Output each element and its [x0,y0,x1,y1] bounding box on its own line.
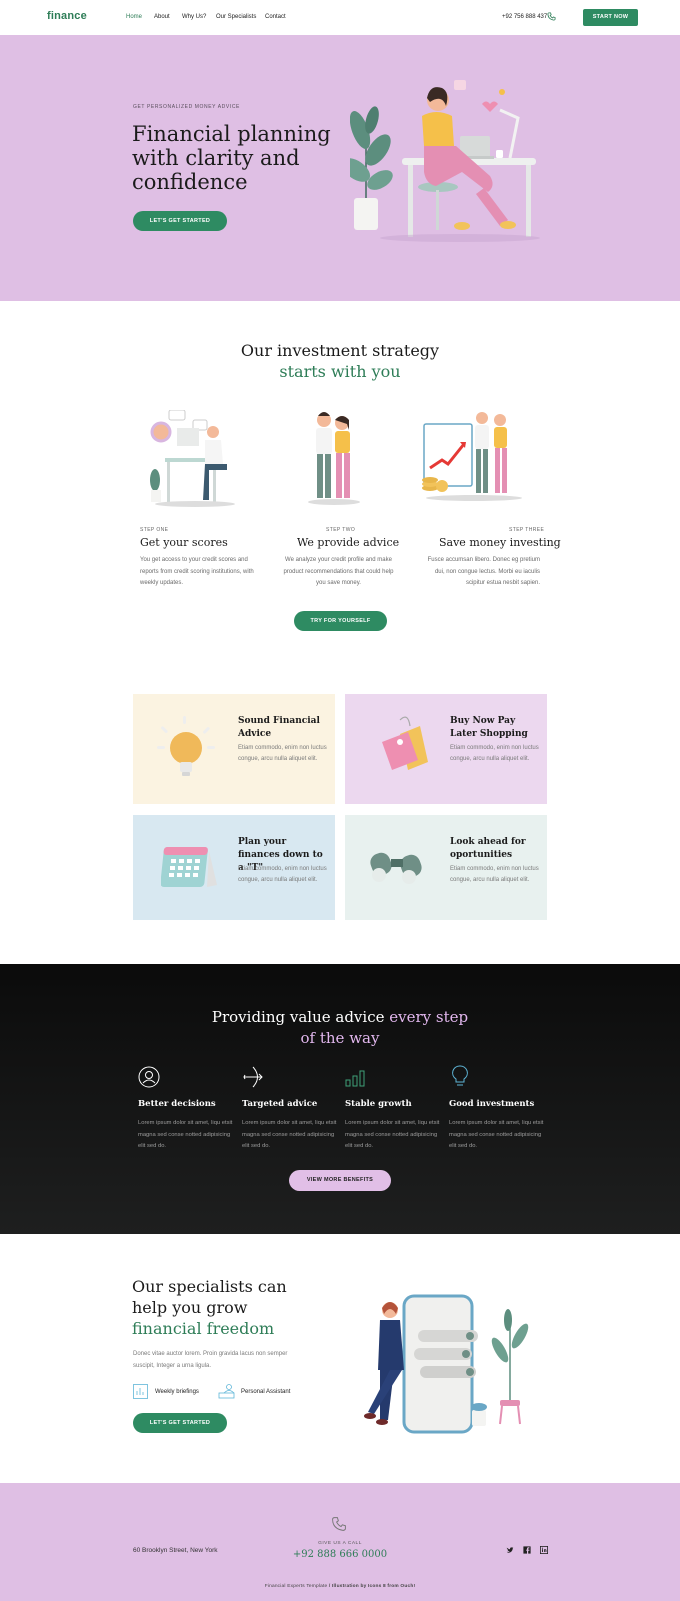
benefit-title: Stable growth [345,1099,412,1109]
twitter-icon[interactable] [506,1546,514,1554]
personal-assistant-label: Personal Assistant [241,1389,291,1395]
user-circle-icon [138,1066,160,1088]
feature-desc: Etiam commodo, enim non luctus congue, a… [450,866,539,883]
feature-card-plan-finances: Plan your finances down to a "T" Etiam c… [133,815,335,920]
chart-briefing-icon [133,1384,148,1399]
personal-assistant-icon [218,1384,235,1399]
feature-desc: Etiam commodo, enim non luctus congue, a… [238,745,327,762]
footer-call-label: GIVE US A CALL [318,1541,362,1546]
nav-why-us[interactable]: Why Us? [182,14,206,20]
benefit-desc: Lorem ipsum dolor sit amet, liqu etsit m… [449,1120,544,1149]
strategy-title-line1: Our investment strategy [240,341,440,360]
step-three-label: STEP THREE [509,527,545,533]
specialists-title: Our specialists can help you grow financ… [132,1277,287,1338]
strategy-title-line2: starts with you [279,362,401,381]
step-three-title: Save money investing [439,536,561,549]
benefit-desc: Lorem ipsum dolor sit amet, liqu etsit m… [242,1120,337,1149]
hero-section [0,35,680,301]
hero-title: Financial planning with clarity and conf… [132,122,331,194]
weekly-briefings-label: Weekly briefings [155,1389,199,1395]
couple-illustration [308,412,360,505]
view-more-benefits-button[interactable]: VIEW MORE BENEFITS [289,1170,391,1191]
step-two-desc: We analyze your credit profile and make … [283,557,394,586]
lightbulb-outline-icon [452,1065,468,1086]
feature-title: Sound Financial Advice [238,716,320,739]
nav-home[interactable]: Home [126,14,142,20]
hero-cta-button[interactable]: LET'S GET STARTED [133,211,227,231]
step-two-title: We provide advice [297,536,400,549]
footer-credit: Financial Experts Template / Illustratio… [264,1584,416,1589]
bar-chart-icon [345,1070,365,1087]
step-one-desc: You get access to your credit scores and… [140,557,254,586]
step-one-title: Get your scores [140,536,228,549]
step-three-desc: Fusce accumsan libero. Donec eg pretium … [427,557,540,586]
growth-chart-couple-illustration [422,412,522,501]
step-two-label: STEP TWO [326,527,356,533]
feature-card-financial-advice: Sound Financial Advice Etiam commodo, en… [133,694,335,804]
person-at-computer-illustration [150,410,235,507]
benefits-title-line1: Providing value advice every step [211,1008,469,1026]
lightbulb-icon [157,716,215,776]
benefit-title: Better decisions [138,1099,216,1109]
nav-phone[interactable]: +92 756 888 437 [502,14,547,20]
hero-eyebrow: GET PERSONALIZED MONEY ADVICE [133,104,240,110]
feature-title: Look ahead for oportunities [450,837,526,860]
footer-phone[interactable]: +92 888 666 0000 [0,1549,680,1560]
benefit-title: Good investments [449,1099,535,1109]
specialists-desc: Donec vitae auctor lorem. Proin gravida … [133,1351,288,1369]
benefit-title: Targeted advice [242,1099,318,1109]
nav-about[interactable]: About [154,14,170,20]
price-tag-icon [382,716,428,770]
feature-card-look-ahead: Look ahead for oportunities Etiam commod… [345,815,547,920]
linkedin-icon[interactable] [540,1546,548,1554]
benefit-desc: Lorem ipsum dolor sit amet, liqu etsit m… [138,1120,233,1149]
calendar-icon [161,847,217,887]
nav-specialists[interactable]: Our Specialists [216,14,256,20]
nav-contact[interactable]: Contact [265,14,286,20]
step-one-label: STEP ONE [140,527,169,533]
feature-card-buy-now-pay-later: Buy Now Pay Later Shopping Etiam commodo… [345,694,547,804]
top-nav: finance Home About Why Us? Our Specialis… [0,0,680,35]
logo[interactable]: finance [47,10,87,22]
benefit-desc: Lorem ipsum dolor sit amet, liqu etsit m… [345,1120,440,1149]
target-arrow-icon [243,1066,263,1088]
footer-phone-icon [332,1517,346,1531]
start-now-button[interactable]: START NOW [583,9,638,26]
specialists-cta-button[interactable]: LET'S GET STARTED [133,1413,227,1433]
binoculars-icon [370,852,422,884]
feature-title: Buy Now Pay Later Shopping [450,716,528,739]
facebook-icon[interactable] [523,1546,531,1554]
benefits-title-line2: of the way [300,1029,380,1047]
feature-desc: Etiam commodo, enim non luctus congue, a… [450,745,539,762]
phone-icon [547,12,556,21]
feature-desc: Etiam commodo, enim non luctus congue, a… [238,866,327,883]
phone-assistant-illustration [364,1294,529,1434]
woman-at-desk-illustration [350,80,540,242]
benefits-section [0,964,680,1234]
try-yourself-button[interactable]: TRY FOR YOURSELF [294,611,387,631]
